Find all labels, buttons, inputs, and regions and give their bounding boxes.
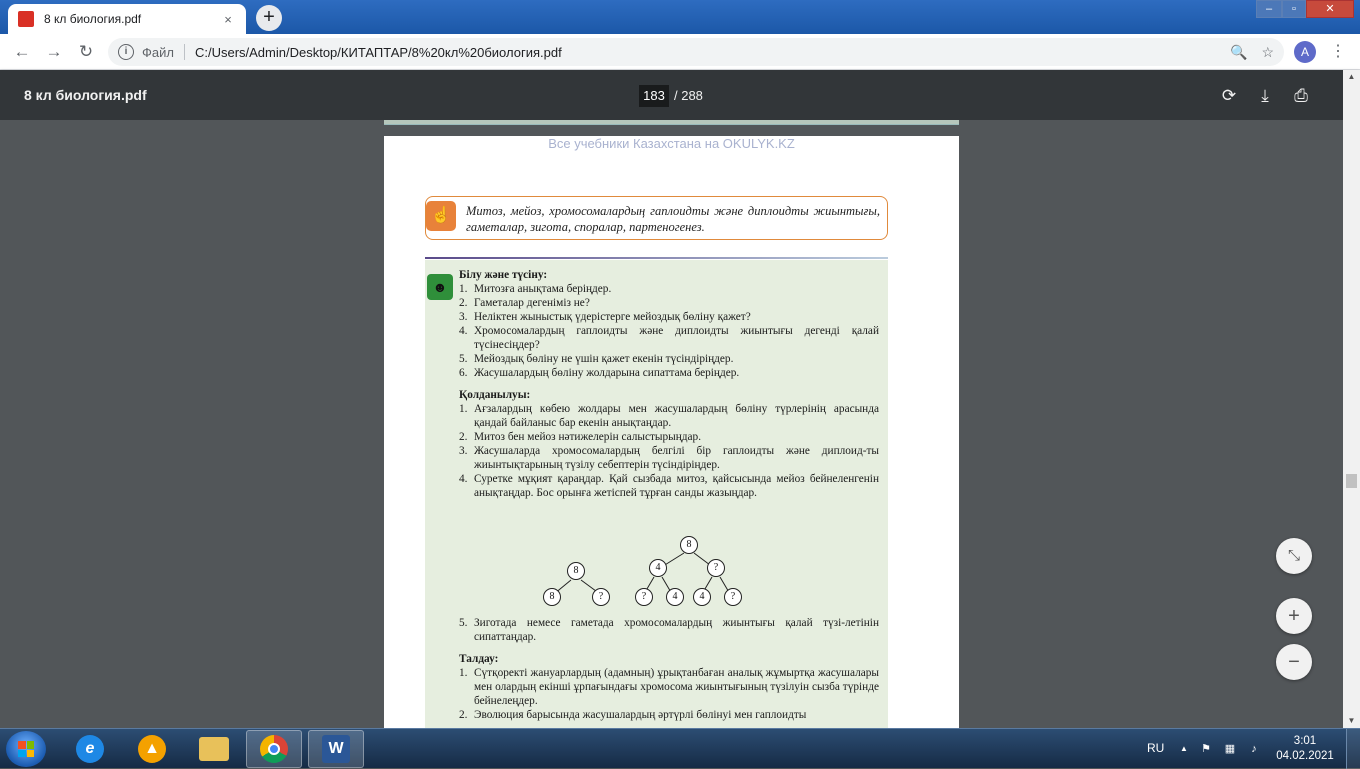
vertical-scrollbar[interactable]: ▲ ▼ — [1343, 70, 1360, 728]
taskbar-word[interactable]: W — [308, 730, 364, 768]
list-item: 1. Ағзалардың көбею жолдары мен жасушалар… — [459, 403, 879, 429]
url-text[interactable]: C:/Users/Admin/Desktop/КИТАПТАР/8%20кл%2… — [195, 45, 1216, 60]
taskbar-explorer[interactable] — [186, 730, 242, 768]
folder-icon — [199, 737, 229, 761]
network-icon[interactable]: ▦ — [1222, 741, 1238, 757]
section-title: Қолданылуы: — [459, 389, 531, 401]
rotate-icon[interactable]: ⟳ — [1217, 84, 1241, 108]
section3-list: 1. Сүтқоректі жануарлардың (адамның) ұрық… — [459, 666, 879, 722]
triangle-app-icon: ▲ — [138, 735, 166, 763]
clock-time: 3:01 — [1293, 735, 1317, 747]
page-number-input[interactable]: 183 — [639, 85, 669, 107]
volume-icon[interactable]: ♪ — [1246, 741, 1262, 757]
diagram-node: 8 — [567, 562, 585, 580]
list-item: 2. Эволюция барысында жасушалардың әртүрл… — [459, 709, 807, 721]
system-clock[interactable]: 3:01 04.02.2021 — [1272, 734, 1338, 764]
section-title: Білу және түсіну: — [459, 269, 548, 281]
list-item: 1. Митозға анықтама беріңдер. — [459, 283, 612, 295]
list-item: 1. Сүтқоректі жануарлардың (адамның) ұрық… — [459, 667, 879, 707]
diagram-node: ? — [635, 588, 653, 606]
print-icon[interactable]: ⎙ — [1289, 84, 1313, 108]
maximize-button[interactable]: ▫ — [1282, 0, 1306, 18]
tray-expand-icon[interactable]: ▲ — [1176, 741, 1192, 757]
omnibox-separator — [183, 44, 185, 60]
scroll-down-icon[interactable]: ▼ — [1343, 714, 1360, 728]
section-title: Талдау: — [459, 653, 499, 665]
diagram-node: ? — [592, 588, 610, 606]
list-item: 2. Митоз бен мейоз нәтижелерін салыстырың… — [459, 431, 702, 443]
questions-content: Білу және түсіну: 1. Митозға анықтама бер… — [459, 268, 879, 722]
info-icon[interactable]: i — [118, 44, 134, 60]
browser-menu-icon[interactable]: ⋮ — [1330, 40, 1346, 64]
show-desktop-button[interactable] — [1346, 729, 1360, 769]
cell-division-diagram: 8 8 ? 8 4 ? ? 4 4 ? — [534, 536, 754, 616]
list-item: 6. Жасушалардың бөліну жолдарына сипаттам… — [459, 367, 740, 379]
hand-pointer-icon: ☝ — [426, 201, 456, 231]
list-item: 3. Жасушаларда хромосомалардың белгілі бі… — [459, 445, 879, 471]
scrollbar-thumb[interactable] — [1346, 474, 1357, 488]
browser-toolbar: ← → ↻ i Файл C:/Users/Admin/Desktop/КИТА… — [0, 34, 1360, 70]
zoom-icon[interactable]: 🔍 — [1230, 44, 1247, 61]
address-bar[interactable]: i Файл C:/Users/Admin/Desktop/КИТАПТАР/8… — [108, 38, 1284, 66]
list-item: 5. Мейоздық бөліну не үшін қажет екенін т… — [459, 353, 734, 365]
diagram-node: 4 — [666, 588, 684, 606]
head-thinking-icon: ☻ — [427, 274, 453, 300]
pdf-page: Все учебники Казахстана на OKULYK.KZ ☝ М… — [384, 136, 959, 728]
forward-arrow-icon[interactable]: → — [42, 40, 66, 64]
tab-close-icon[interactable]: × — [220, 12, 236, 27]
tab-pdf[interactable]: 8 кл биология.pdf × — [8, 4, 246, 34]
taskbar-chrome[interactable] — [246, 730, 302, 768]
internet-explorer-icon: e — [76, 735, 104, 763]
scroll-up-icon[interactable]: ▲ — [1343, 70, 1360, 84]
diagram-node: 4 — [649, 559, 667, 577]
diagram-node: 8 — [543, 588, 561, 606]
watermark: Все учебники Казахстана на OKULYK.KZ — [548, 136, 795, 151]
previous-page-edge — [384, 120, 959, 125]
bookmark-star-icon[interactable]: ☆ — [1261, 44, 1274, 61]
diagram-node: 4 — [693, 588, 711, 606]
language-indicator[interactable]: RU — [1147, 741, 1164, 755]
pdf-toolbar: 8 кл биология.pdf 183 / 288 ⟳ ⤓ ⎙ — [0, 70, 1360, 120]
list-item: 4. Суретке мұқият қараңдар. Қай сызбада м… — [459, 473, 879, 499]
word-icon: W — [322, 735, 350, 763]
keywords-box: ☝ Митоз, мейоз, хромосомалардың гаплоидт… — [425, 196, 888, 240]
flag-tray-icon[interactable]: ⚑ — [1198, 741, 1214, 757]
list-item: 3. Неліктен жыныстық үдерістерге мейоздық… — [459, 311, 751, 323]
fit-page-button[interactable]: ⤡ — [1276, 538, 1312, 574]
close-window-button[interactable]: ✕ — [1306, 0, 1354, 18]
zoom-in-button[interactable]: + — [1276, 598, 1312, 634]
tab-title: 8 кл биология.pdf — [44, 12, 142, 26]
taskbar-ie[interactable]: e — [62, 730, 118, 768]
chrome-icon — [260, 735, 288, 763]
section-divider — [425, 257, 888, 259]
page-total: / 288 — [674, 88, 703, 103]
browser-tab-bar: 8 кл биология.pdf × + – ▫ ✕ — [0, 0, 1360, 34]
section2-list: 1. Ағзалардың көбею жолдары мен жасушалар… — [459, 402, 879, 500]
reload-icon[interactable]: ↻ — [74, 40, 98, 64]
zoom-out-button[interactable]: − — [1276, 644, 1312, 680]
list-item: 5. Зиготада немесе гаметада хромосомалар… — [459, 617, 879, 643]
list-item: 2. Гаметалар дегеніміз не? — [459, 297, 590, 309]
list-item: 4. Хромосомалардың гаплоидты және диплоид… — [459, 325, 879, 351]
diagram-node: ? — [724, 588, 742, 606]
clock-date: 04.02.2021 — [1276, 750, 1334, 762]
back-arrow-icon[interactable]: ← — [10, 40, 34, 64]
pdf-file-icon — [18, 11, 34, 27]
windows-taskbar: e ▲ W RU ▲ ⚑ ▦ ♪ 3:01 04.02.2021 — [0, 728, 1360, 769]
minimize-button[interactable]: – — [1256, 0, 1282, 18]
download-icon[interactable]: ⤓ — [1253, 84, 1277, 108]
diagram-node: ? — [707, 559, 725, 577]
new-tab-button[interactable]: + — [256, 5, 282, 31]
profile-avatar[interactable]: A — [1294, 41, 1316, 63]
pdf-viewer[interactable]: Все учебники Казахстана на OKULYK.KZ ☝ М… — [0, 120, 1343, 728]
start-button[interactable] — [6, 731, 46, 767]
section1-list: 1. Митозға анықтама беріңдер. 2. Гаметалар … — [459, 282, 879, 380]
scheme-label: Файл — [142, 44, 174, 60]
keywords-text: Митоз, мейоз, хромосомалардың гаплоидты … — [466, 204, 880, 234]
taskbar-app-avast[interactable]: ▲ — [124, 730, 180, 768]
windows-flag-icon — [18, 741, 34, 757]
pdf-document-title: 8 кл биология.pdf — [24, 87, 147, 103]
diagram-node: 8 — [680, 536, 698, 554]
